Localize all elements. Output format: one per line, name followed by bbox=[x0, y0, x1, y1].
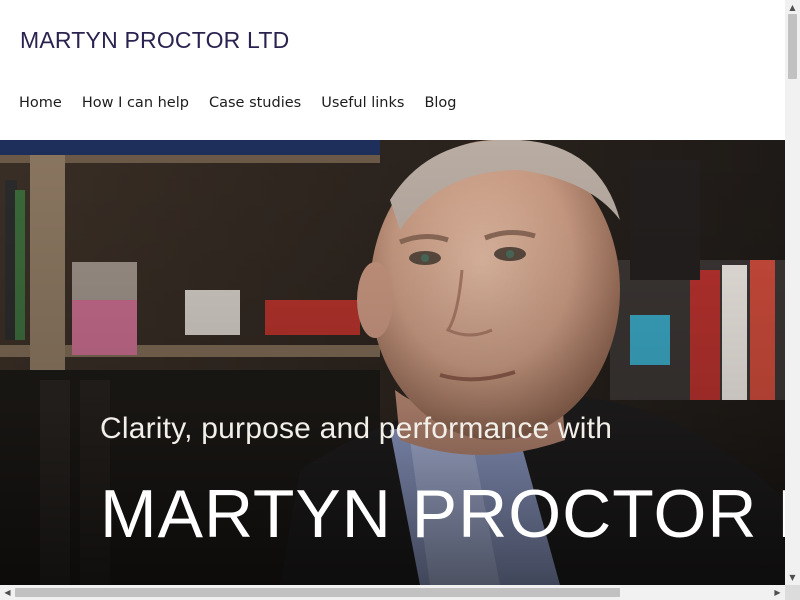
nav-useful-links[interactable]: Useful links bbox=[321, 95, 404, 111]
nav-blog[interactable]: Blog bbox=[424, 95, 456, 111]
site-header: MARTYN PROCTOR LTD Home How I can help C… bbox=[0, 0, 785, 140]
scroll-up-icon[interactable]: ▲ bbox=[785, 0, 800, 15]
vertical-scroll-thumb[interactable] bbox=[788, 14, 797, 79]
hero-title: MARTYN PROCTOR LTD bbox=[100, 476, 785, 552]
site-logo-link[interactable]: MARTYN PROCTOR LTD bbox=[20, 27, 289, 54]
scroll-right-icon[interactable]: ▶ bbox=[770, 585, 785, 600]
horizontal-scrollbar[interactable]: ◀ ▶ bbox=[0, 585, 785, 600]
nav-how-i-can-help[interactable]: How I can help bbox=[82, 95, 189, 111]
page-viewport: MARTYN PROCTOR LTD Home How I can help C… bbox=[0, 0, 785, 585]
main-nav: Home How I can help Case studies Useful … bbox=[19, 95, 477, 111]
scroll-down-icon[interactable]: ▼ bbox=[785, 570, 800, 585]
scrollbar-corner bbox=[785, 585, 800, 600]
scroll-left-icon[interactable]: ◀ bbox=[0, 585, 15, 600]
hero-tagline: Clarity, purpose and performance with bbox=[100, 412, 613, 445]
nav-case-studies[interactable]: Case studies bbox=[209, 95, 301, 111]
horizontal-scroll-thumb[interactable] bbox=[15, 588, 620, 597]
nav-home[interactable]: Home bbox=[19, 95, 62, 111]
vertical-scrollbar[interactable]: ▲ ▼ bbox=[785, 0, 800, 585]
hero-banner: Clarity, purpose and performance with MA… bbox=[0, 140, 785, 585]
